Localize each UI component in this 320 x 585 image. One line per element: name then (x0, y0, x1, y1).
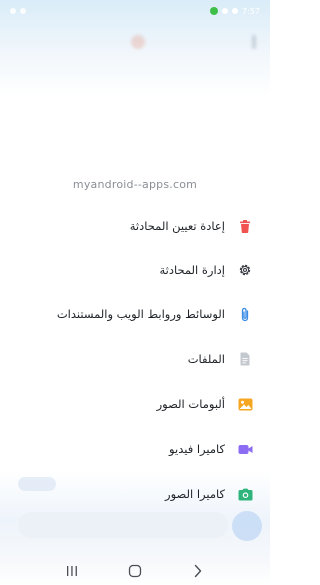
home-icon[interactable] (123, 561, 147, 581)
status-left-icons (10, 8, 26, 14)
gear-icon (237, 262, 253, 278)
more-icon (252, 35, 256, 49)
back-icon[interactable] (186, 561, 210, 581)
image-icon (237, 396, 253, 412)
paperclip-icon (237, 306, 253, 322)
recents-icon[interactable] (60, 561, 84, 581)
menu-item-files[interactable]: الملفات (0, 341, 270, 377)
message-input-background (18, 512, 228, 538)
back-arrow-icon (14, 37, 24, 47)
status-bar: 7:57 (0, 0, 270, 22)
menu-item-label: الملفات (187, 352, 225, 366)
menu-item-video-camera[interactable]: كاميرا فيديو (0, 431, 270, 467)
alarm-icon (222, 8, 229, 14)
app-status-icon (210, 7, 219, 15)
send-button-background (232, 511, 262, 541)
status-time: 7:57 (242, 6, 260, 16)
notification-icon (10, 8, 16, 14)
document-icon (237, 351, 253, 367)
watermark-text: myandroid--apps.com (72, 178, 198, 191)
notification-icon (20, 8, 26, 14)
video-camera-icon (237, 441, 253, 457)
menu-item-label: كاميرا فيديو (169, 442, 225, 456)
status-right-icons: 7:57 (210, 7, 260, 16)
avatar (131, 35, 145, 49)
menu-item-label: إدارة المحادثة (159, 263, 225, 277)
menu-item-label: إعادة تعيين المحادثة (129, 219, 225, 233)
menu-item-manage-chat[interactable]: إدارة المحادثة (0, 252, 270, 288)
system-nav-bar (0, 556, 270, 585)
background-chip (18, 477, 56, 491)
camera-icon (237, 486, 253, 502)
menu-item-reset-chat[interactable]: إعادة تعيين المحادثة (0, 208, 270, 244)
chat-header-background (0, 24, 270, 60)
menu-item-media-links-docs[interactable]: الوسائط وروابط الويب والمستندات (0, 296, 270, 332)
menu-item-photo-albums[interactable]: ألبومات الصور (0, 386, 270, 422)
battery-icon (232, 8, 239, 14)
menu-item-label: ألبومات الصور (156, 397, 225, 411)
menu-item-label: الوسائط وروابط الويب والمستندات (56, 307, 225, 321)
app-screen: 7:57 myandroid--apps.com إعادة تعيين الم… (0, 0, 270, 585)
menu-item-label: كاميرا الصور (165, 487, 225, 501)
trash-icon (237, 218, 253, 234)
